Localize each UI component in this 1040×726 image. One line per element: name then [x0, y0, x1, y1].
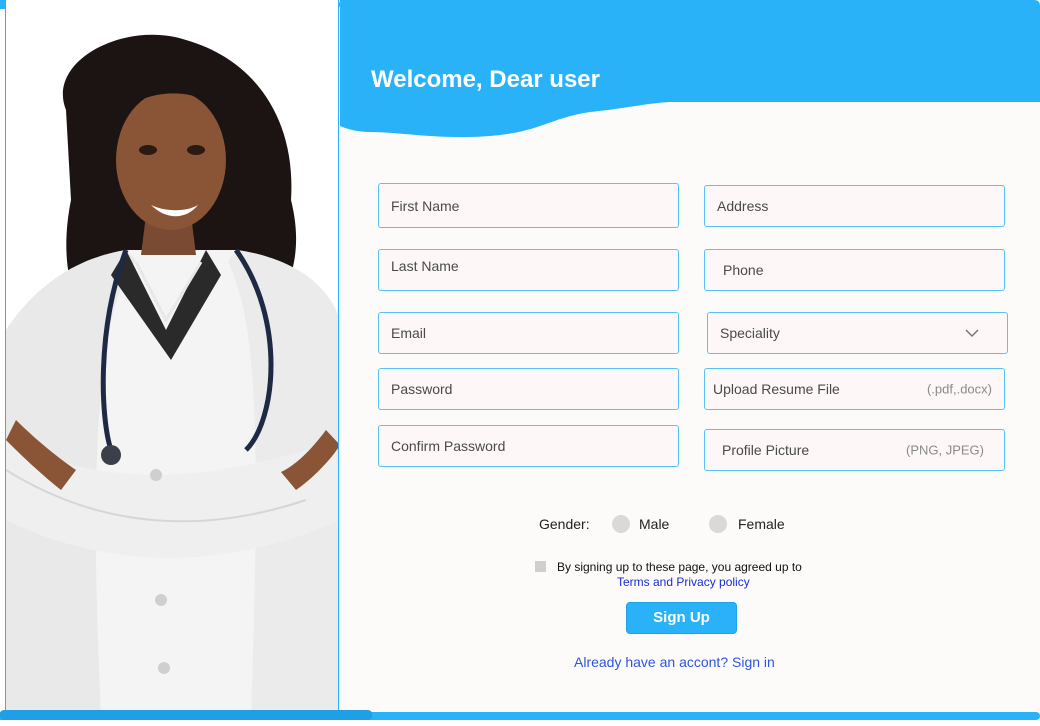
last-name-label: Last Name [391, 258, 459, 274]
phone-label: Phone [723, 262, 764, 278]
gender-male-radio[interactable] [612, 515, 630, 533]
last-name-field[interactable]: Last Name [378, 249, 679, 291]
speciality-label: Speciality [720, 325, 780, 341]
chevron-down-icon[interactable] [965, 326, 979, 340]
gender-male-label[interactable]: Male [639, 516, 669, 532]
doctor-illustration [6, 34, 338, 715]
confirm-password-field[interactable]: Confirm Password [378, 425, 679, 467]
sign-in-link[interactable]: Already have an accont? Sign in [574, 654, 775, 670]
gender-female-label[interactable]: Female [738, 516, 785, 532]
upload-resume-hint: (.pdf,.docx) [926, 381, 992, 397]
bottom-accent-bar-left [0, 710, 372, 720]
address-label: Address [717, 198, 769, 214]
profile-picture-hint: (PNG, JPEG) [905, 442, 984, 458]
signup-form: Welcome, Dear user First Name Last Name … [340, 0, 1040, 712]
email-label: Email [391, 325, 427, 341]
terms-privacy-link[interactable]: Terms and Privacy policy [617, 575, 750, 589]
gender-label: Gender: [539, 516, 590, 532]
password-field[interactable]: Password [378, 368, 679, 410]
profile-picture-label: Profile Picture [722, 442, 810, 458]
speciality-select[interactable]: Speciality [707, 312, 1008, 354]
doctor-photo [5, 0, 339, 716]
confirm-password-label: Confirm Password [391, 438, 506, 454]
gender-female-radio[interactable] [709, 515, 727, 533]
profile-picture-field[interactable]: Profile Picture (PNG, JPEG) [704, 429, 1005, 471]
first-name-label: First Name [391, 197, 460, 214]
terms-checkbox[interactable] [535, 561, 546, 572]
sign-up-button[interactable]: Sign Up [626, 602, 737, 634]
password-label: Password [391, 381, 453, 397]
email-field[interactable]: Email [378, 312, 679, 354]
first-name-field[interactable]: First Name [378, 183, 679, 228]
terms-text: By signing up to these page, you agreed … [557, 560, 802, 574]
address-field[interactable]: Address [704, 185, 1005, 227]
phone-field[interactable]: Phone [704, 249, 1005, 291]
page-title: Welcome, Dear user [371, 66, 600, 93]
upload-resume-field[interactable]: Upload Resume File (.pdf,.docx) [704, 368, 1005, 410]
upload-resume-label: Upload Resume File [713, 381, 840, 397]
